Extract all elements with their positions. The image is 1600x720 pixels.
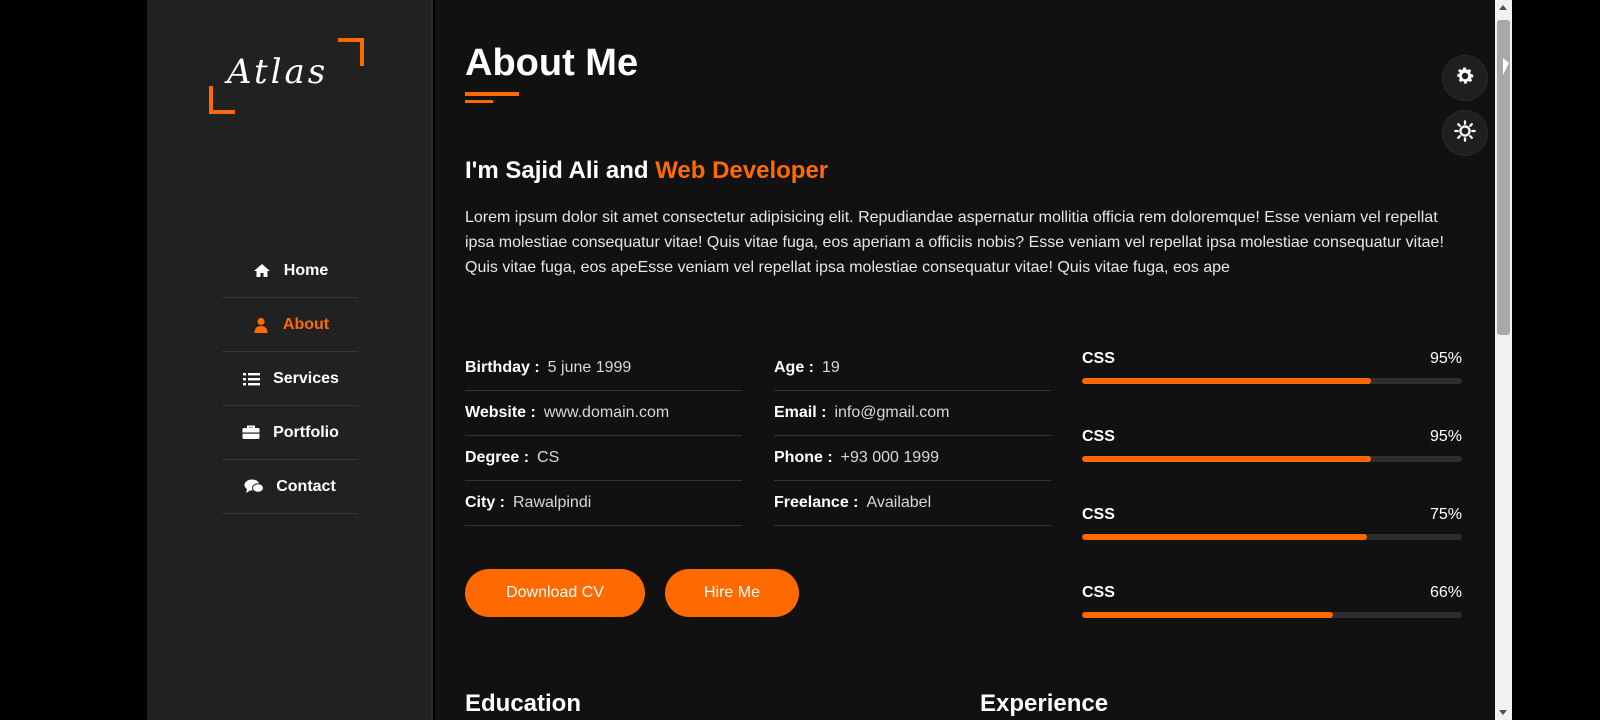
info-key: Age : [774, 359, 814, 376]
info-value: www.domain.com [543, 404, 670, 421]
info-row-website: Website : www.domain.com [465, 391, 742, 436]
skill-name: CSS [1082, 428, 1115, 445]
title-underline-short [465, 100, 493, 103]
nav-item-home[interactable]: Home [222, 244, 358, 298]
info-row-email: Email : info@gmail.com [774, 391, 1051, 436]
scroll-up-arrow[interactable] [1499, 5, 1507, 10]
sidebar-nav: Home About Services Portfolio Contact [222, 244, 358, 514]
info-value: +93 000 1999 [840, 449, 939, 466]
info-value: Availabel [866, 494, 932, 511]
skill-fill [1082, 378, 1371, 384]
info-key: Birthday : [465, 359, 540, 376]
skill-percent: 75% [1429, 506, 1462, 523]
skill-name: CSS [1082, 506, 1115, 523]
info-row-degree: Degree : CS [465, 436, 742, 481]
scroll-down-arrow[interactable] [1499, 710, 1507, 715]
skill-fill [1082, 534, 1367, 540]
info-value: Rawalpindi [513, 494, 592, 511]
info-value: info@gmail.com [834, 404, 950, 421]
scrollbar[interactable] [1495, 0, 1512, 720]
nav-item-portfolio[interactable]: Portfolio [222, 406, 358, 460]
info-key: Freelance : [774, 494, 859, 511]
skill-fill [1082, 456, 1371, 462]
settings-button[interactable] [1443, 56, 1487, 100]
info-value: 5 june 1999 [547, 359, 632, 376]
nav-item-contact[interactable]: Contact [222, 460, 358, 514]
logo-corner-top-right [338, 38, 364, 66]
nav-item-services[interactable]: Services [222, 352, 358, 406]
list-icon [241, 371, 261, 387]
hire-me-button[interactable]: Hire Me [665, 569, 799, 617]
experience-heading: Experience [980, 690, 1109, 717]
skill-track [1082, 456, 1462, 462]
nav-label-about: About [282, 315, 330, 333]
chat-icon [244, 479, 265, 495]
info-key: Degree : [465, 449, 530, 466]
info-row-city: City : Rawalpindi [465, 481, 742, 526]
skill-name: CSS [1082, 350, 1115, 367]
skill-track [1082, 378, 1462, 384]
info-value: 19 [822, 359, 840, 376]
info-key: City : [465, 494, 505, 511]
info-key: Website : [465, 404, 536, 421]
logo-text: Atlas [227, 52, 329, 92]
info-key: Phone : [774, 449, 833, 466]
intro-heading-prefix: I'm Sajid Ali and [465, 157, 649, 184]
skill-percent: 95% [1429, 428, 1462, 445]
personal-info-left: Birthday : 5 june 1999 Website : www.dom… [465, 346, 742, 526]
sun-icon [1454, 119, 1476, 147]
education-heading: Education [465, 690, 582, 717]
info-row-freelance: Freelance : Availabel [774, 481, 1051, 526]
nav-label-home: Home [283, 261, 329, 279]
info-row-birthday: Birthday : 5 june 1999 [465, 346, 742, 391]
download-cv-button[interactable]: Download CV [465, 569, 645, 617]
skill-track [1082, 612, 1462, 618]
sidebar: Atlas Home About Services Portfolio Cont… [147, 0, 433, 720]
intro-heading-highlight: Web Developer [655, 157, 829, 184]
skill-bar: CSS 75% [1082, 506, 1462, 556]
mouse-cursor [1503, 58, 1509, 75]
info-key: Email : [774, 404, 827, 421]
skill-name: CSS [1082, 584, 1115, 601]
info-row-phone: Phone : +93 000 1999 [774, 436, 1051, 481]
skill-percent: 95% [1429, 350, 1462, 367]
page-title: About Me [465, 42, 639, 84]
nav-label-services: Services [273, 369, 339, 387]
personal-info-right: Age : 19 Email : info@gmail.com Phone : … [774, 346, 1051, 526]
skill-percent: 66% [1429, 584, 1462, 601]
nav-item-about[interactable]: About [222, 298, 358, 352]
info-row-age: Age : 19 [774, 346, 1051, 391]
theme-toggle-button[interactable] [1443, 111, 1487, 155]
title-underline [465, 92, 519, 96]
skill-fill [1082, 612, 1333, 618]
gear-icon [1454, 65, 1476, 92]
intro-paragraph: Lorem ipsum dolor sit amet consectetur a… [465, 209, 1444, 276]
skill-bar: CSS 95% [1082, 350, 1462, 400]
user-icon [251, 317, 271, 333]
logo[interactable]: Atlas [209, 38, 364, 114]
intro-heading: I'm Sajid Ali and Web Developer [465, 157, 828, 185]
briefcase-icon [241, 425, 261, 441]
nav-label-portfolio: Portfolio [273, 423, 339, 441]
info-value: CS [537, 449, 560, 466]
skill-track [1082, 534, 1462, 540]
skill-bar: CSS 95% [1082, 428, 1462, 478]
main-content: About Me I'm Sajid Ali and Web Developer… [435, 0, 1495, 720]
skill-bar: CSS 66% [1082, 584, 1462, 634]
home-icon [252, 263, 272, 279]
nav-label-contact: Contact [276, 477, 336, 495]
